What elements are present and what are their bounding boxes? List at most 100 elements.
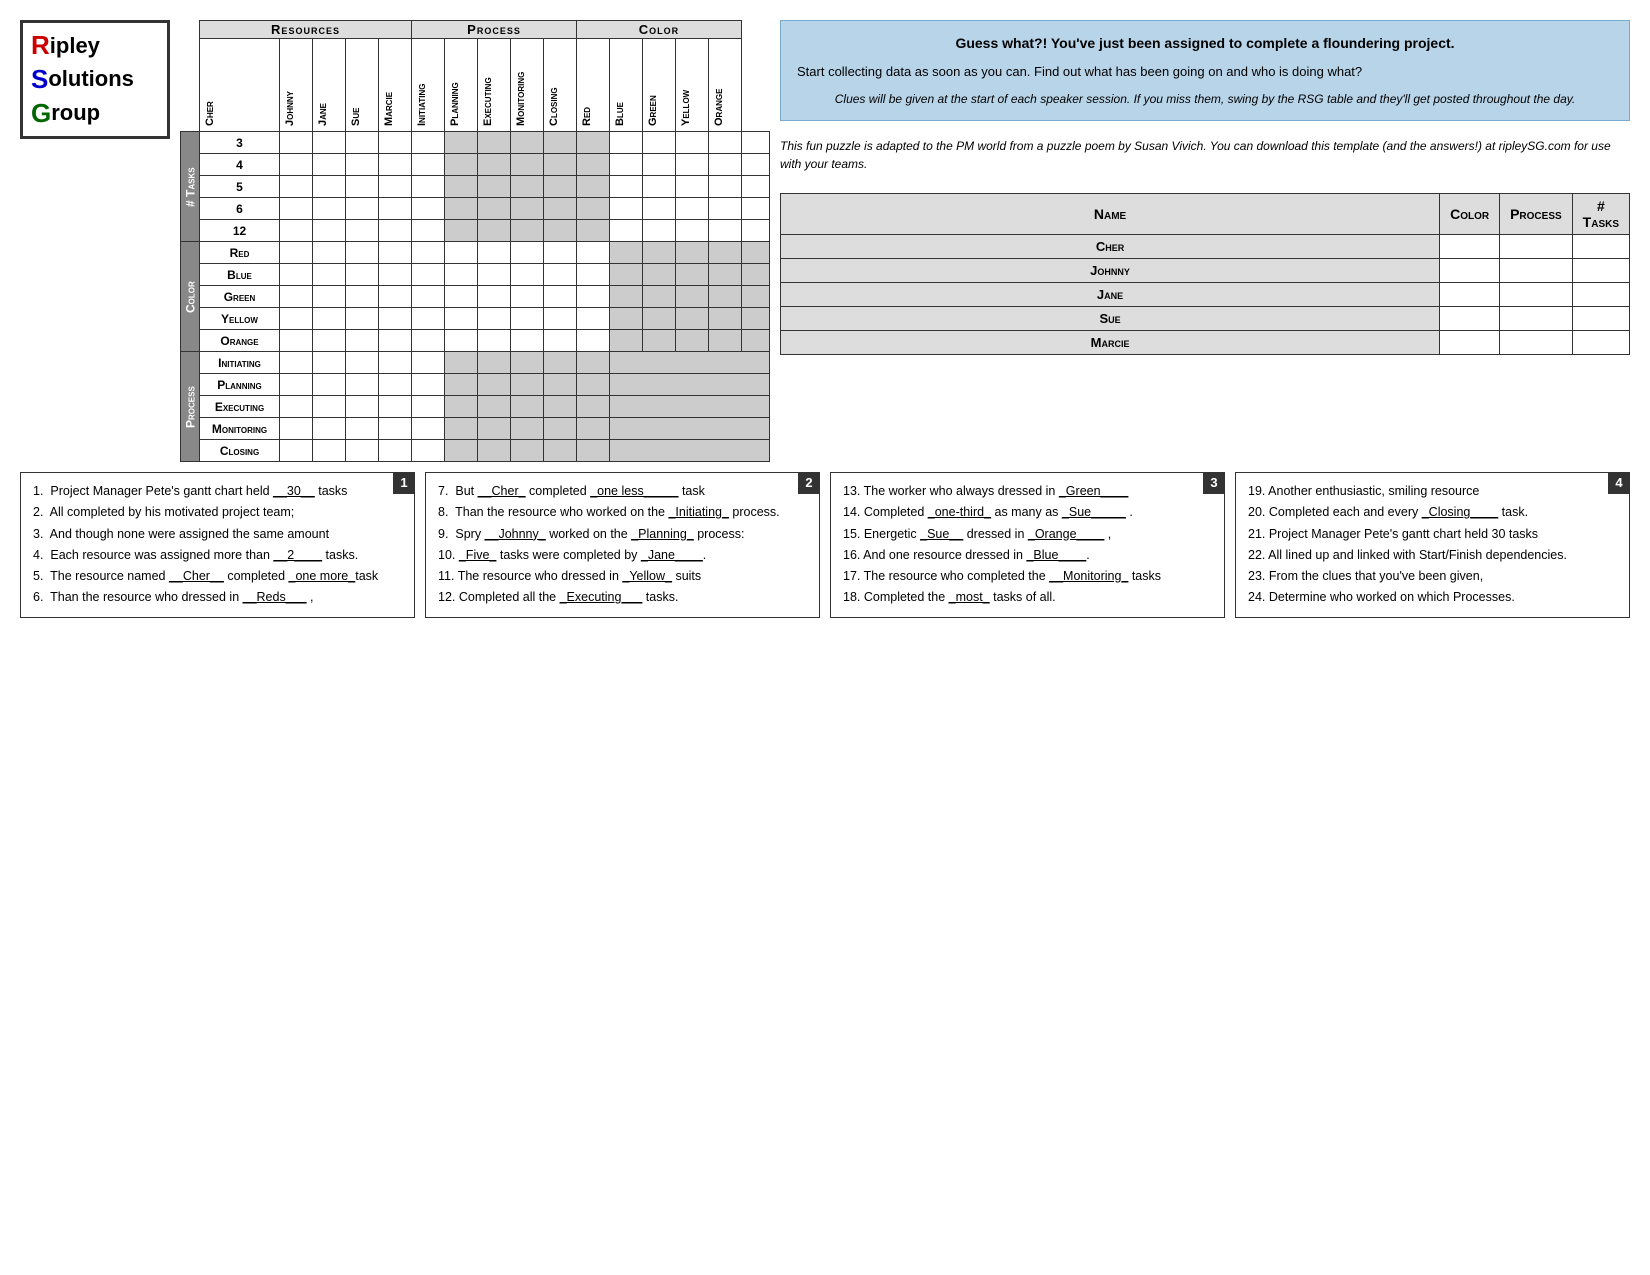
ans-color-jane[interactable] bbox=[1440, 282, 1500, 306]
cell[interactable] bbox=[577, 286, 610, 308]
cell[interactable] bbox=[313, 176, 346, 198]
cell[interactable] bbox=[412, 220, 445, 242]
cell[interactable] bbox=[346, 132, 379, 154]
cell[interactable] bbox=[346, 308, 379, 330]
cell[interactable] bbox=[577, 242, 610, 264]
cell[interactable] bbox=[346, 176, 379, 198]
cell[interactable] bbox=[313, 440, 346, 462]
cell[interactable] bbox=[577, 308, 610, 330]
cell[interactable] bbox=[412, 396, 445, 418]
cell[interactable] bbox=[313, 220, 346, 242]
cell[interactable] bbox=[313, 286, 346, 308]
cell[interactable] bbox=[742, 220, 770, 242]
cell[interactable] bbox=[610, 220, 643, 242]
ans-tasks-sue[interactable] bbox=[1572, 306, 1629, 330]
ans-process-jane[interactable] bbox=[1500, 282, 1573, 306]
cell[interactable] bbox=[544, 264, 577, 286]
cell[interactable] bbox=[643, 220, 676, 242]
cell[interactable] bbox=[412, 286, 445, 308]
cell[interactable] bbox=[379, 308, 412, 330]
cell[interactable] bbox=[445, 286, 478, 308]
ans-process-marcie[interactable] bbox=[1500, 330, 1573, 354]
cell[interactable] bbox=[280, 154, 313, 176]
cell[interactable] bbox=[709, 132, 742, 154]
cell[interactable] bbox=[313, 308, 346, 330]
cell[interactable] bbox=[412, 352, 445, 374]
cell[interactable] bbox=[280, 396, 313, 418]
cell[interactable] bbox=[346, 330, 379, 352]
ans-tasks-marcie[interactable] bbox=[1572, 330, 1629, 354]
ans-color-cher[interactable] bbox=[1440, 234, 1500, 258]
cell[interactable] bbox=[280, 220, 313, 242]
cell[interactable] bbox=[676, 132, 709, 154]
cell[interactable] bbox=[544, 286, 577, 308]
cell[interactable] bbox=[313, 198, 346, 220]
cell[interactable] bbox=[313, 374, 346, 396]
cell[interactable] bbox=[313, 418, 346, 440]
cell[interactable] bbox=[643, 176, 676, 198]
cell[interactable] bbox=[346, 396, 379, 418]
cell[interactable] bbox=[445, 264, 478, 286]
cell[interactable] bbox=[379, 440, 412, 462]
cell[interactable] bbox=[511, 286, 544, 308]
cell[interactable] bbox=[709, 198, 742, 220]
cell[interactable] bbox=[610, 198, 643, 220]
ans-process-johnny[interactable] bbox=[1500, 258, 1573, 282]
cell[interactable] bbox=[643, 154, 676, 176]
ans-color-marcie[interactable] bbox=[1440, 330, 1500, 354]
cell[interactable] bbox=[742, 176, 770, 198]
cell[interactable] bbox=[643, 132, 676, 154]
cell[interactable] bbox=[478, 286, 511, 308]
cell[interactable] bbox=[709, 176, 742, 198]
cell[interactable] bbox=[577, 330, 610, 352]
cell[interactable] bbox=[511, 308, 544, 330]
cell[interactable] bbox=[478, 308, 511, 330]
cell[interactable] bbox=[280, 264, 313, 286]
cell[interactable] bbox=[478, 330, 511, 352]
cell[interactable] bbox=[676, 220, 709, 242]
cell[interactable] bbox=[676, 198, 709, 220]
cell[interactable] bbox=[412, 264, 445, 286]
cell[interactable] bbox=[313, 330, 346, 352]
cell[interactable] bbox=[280, 132, 313, 154]
cell[interactable] bbox=[709, 154, 742, 176]
cell[interactable] bbox=[346, 352, 379, 374]
cell[interactable] bbox=[313, 264, 346, 286]
cell[interactable] bbox=[412, 308, 445, 330]
cell[interactable] bbox=[280, 308, 313, 330]
cell[interactable] bbox=[544, 308, 577, 330]
cell[interactable] bbox=[445, 330, 478, 352]
cell[interactable] bbox=[346, 264, 379, 286]
cell[interactable] bbox=[280, 440, 313, 462]
cell[interactable] bbox=[412, 176, 445, 198]
cell[interactable] bbox=[544, 242, 577, 264]
cell[interactable] bbox=[544, 330, 577, 352]
cell[interactable] bbox=[610, 154, 643, 176]
ans-tasks-johnny[interactable] bbox=[1572, 258, 1629, 282]
cell[interactable] bbox=[742, 198, 770, 220]
cell[interactable] bbox=[346, 154, 379, 176]
cell[interactable] bbox=[610, 132, 643, 154]
cell[interactable] bbox=[478, 264, 511, 286]
ans-process-cher[interactable] bbox=[1500, 234, 1573, 258]
cell[interactable] bbox=[511, 242, 544, 264]
cell[interactable] bbox=[412, 132, 445, 154]
cell[interactable] bbox=[346, 440, 379, 462]
cell[interactable] bbox=[412, 198, 445, 220]
cell[interactable] bbox=[313, 132, 346, 154]
cell[interactable] bbox=[346, 374, 379, 396]
cell[interactable] bbox=[280, 418, 313, 440]
cell[interactable] bbox=[280, 242, 313, 264]
ans-color-sue[interactable] bbox=[1440, 306, 1500, 330]
cell[interactable] bbox=[445, 308, 478, 330]
cell[interactable] bbox=[379, 352, 412, 374]
ans-tasks-jane[interactable] bbox=[1572, 282, 1629, 306]
cell[interactable] bbox=[346, 242, 379, 264]
ans-tasks-cher[interactable] bbox=[1572, 234, 1629, 258]
cell[interactable] bbox=[676, 176, 709, 198]
cell[interactable] bbox=[313, 352, 346, 374]
cell[interactable] bbox=[478, 242, 511, 264]
cell[interactable] bbox=[280, 330, 313, 352]
cell[interactable] bbox=[379, 264, 412, 286]
cell[interactable] bbox=[346, 286, 379, 308]
